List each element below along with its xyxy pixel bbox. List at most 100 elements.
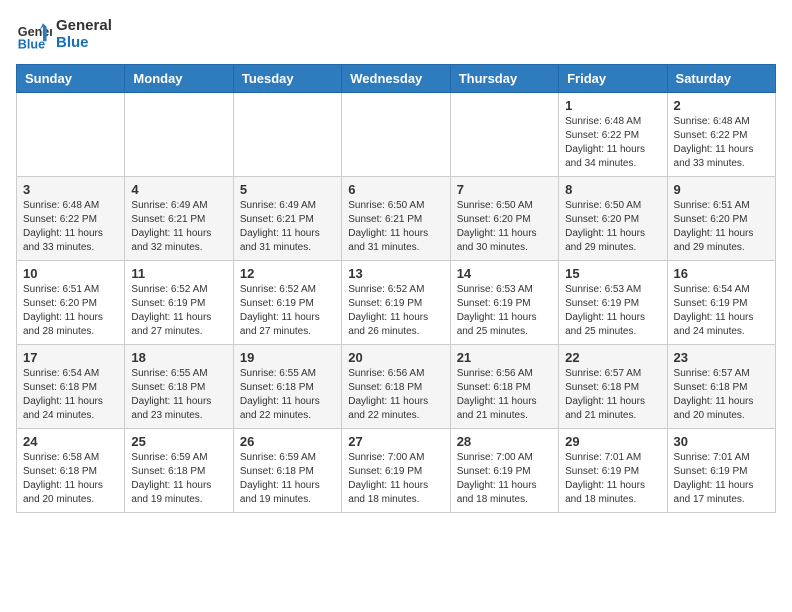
day-number: 23 (674, 350, 769, 365)
day-number: 24 (23, 434, 118, 449)
day-number: 16 (674, 266, 769, 281)
page-header: General Blue General Blue (16, 16, 776, 52)
day-number: 25 (131, 434, 226, 449)
weekday-header-wednesday: Wednesday (342, 65, 450, 93)
svg-text:Blue: Blue (18, 37, 45, 51)
day-info: Sunrise: 7:00 AM Sunset: 6:19 PM Dayligh… (348, 451, 443, 507)
calendar-cell: 17Sunrise: 6:54 AM Sunset: 6:18 PM Dayli… (17, 345, 125, 429)
day-info: Sunrise: 6:50 AM Sunset: 6:20 PM Dayligh… (457, 199, 552, 255)
day-info: Sunrise: 6:51 AM Sunset: 6:20 PM Dayligh… (674, 199, 769, 255)
calendar-cell: 6 Sunrise: 6:50 AM Sunset: 6:21 PM Daylig… (342, 177, 450, 261)
calendar-cell: 12Sunrise: 6:52 AM Sunset: 6:19 PM Dayli… (233, 261, 341, 345)
day-info: Sunrise: 6:53 AM Sunset: 6:19 PM Dayligh… (457, 283, 552, 339)
week-row-0: 1 Sunrise: 6:48 AM Sunset: 6:22 PM Daylig… (17, 93, 776, 177)
calendar-cell: 1 Sunrise: 6:48 AM Sunset: 6:22 PM Daylig… (559, 93, 667, 177)
calendar-cell (125, 93, 233, 177)
day-info: Sunrise: 6:56 AM Sunset: 6:18 PM Dayligh… (348, 367, 443, 423)
day-info: Sunrise: 6:48 AM Sunset: 6:22 PM Dayligh… (23, 199, 118, 255)
day-number: 19 (240, 350, 335, 365)
day-info: Sunrise: 6:52 AM Sunset: 6:19 PM Dayligh… (240, 283, 335, 339)
logo-general: General (56, 17, 112, 34)
week-row-3: 17Sunrise: 6:54 AM Sunset: 6:18 PM Dayli… (17, 345, 776, 429)
day-info: Sunrise: 6:49 AM Sunset: 6:21 PM Dayligh… (240, 199, 335, 255)
calendar-table: SundayMondayTuesdayWednesdayThursdayFrid… (16, 64, 776, 513)
weekday-header-tuesday: Tuesday (233, 65, 341, 93)
week-row-4: 24 Sunrise: 6:58 AM Sunset: 6:18 PM Dayli… (17, 429, 776, 513)
calendar-cell: 30 Sunrise: 7:01 AM Sunset: 6:19 PM Dayli… (667, 429, 775, 513)
calendar-cell: 15Sunrise: 6:53 AM Sunset: 6:19 PM Dayli… (559, 261, 667, 345)
weekday-header-row: SundayMondayTuesdayWednesdayThursdayFrid… (17, 65, 776, 93)
day-number: 29 (565, 434, 660, 449)
day-info: Sunrise: 6:57 AM Sunset: 6:18 PM Dayligh… (565, 367, 660, 423)
calendar-cell: 19Sunrise: 6:55 AM Sunset: 6:18 PM Dayli… (233, 345, 341, 429)
day-info: Sunrise: 6:54 AM Sunset: 6:18 PM Dayligh… (23, 367, 118, 423)
calendar-cell (233, 93, 341, 177)
calendar-cell: 9 Sunrise: 6:51 AM Sunset: 6:20 PM Daylig… (667, 177, 775, 261)
calendar-cell: 3 Sunrise: 6:48 AM Sunset: 6:22 PM Daylig… (17, 177, 125, 261)
day-info: Sunrise: 6:56 AM Sunset: 6:18 PM Dayligh… (457, 367, 552, 423)
day-info: Sunrise: 6:54 AM Sunset: 6:19 PM Dayligh… (674, 283, 769, 339)
day-number: 20 (348, 350, 443, 365)
calendar-cell: 24 Sunrise: 6:58 AM Sunset: 6:18 PM Dayli… (17, 429, 125, 513)
calendar-cell: 10 Sunrise: 6:51 AM Sunset: 6:20 PM Dayli… (17, 261, 125, 345)
calendar-cell: 4Sunrise: 6:49 AM Sunset: 6:21 PM Daylig… (125, 177, 233, 261)
day-info: Sunrise: 6:51 AM Sunset: 6:20 PM Dayligh… (23, 283, 118, 339)
day-info: Sunrise: 6:57 AM Sunset: 6:18 PM Dayligh… (674, 367, 769, 423)
weekday-header-friday: Friday (559, 65, 667, 93)
calendar-cell (450, 93, 558, 177)
day-info: Sunrise: 6:52 AM Sunset: 6:19 PM Dayligh… (131, 283, 226, 339)
weekday-header-thursday: Thursday (450, 65, 558, 93)
calendar-cell: 14 Sunrise: 6:53 AM Sunset: 6:19 PM Dayli… (450, 261, 558, 345)
day-number: 27 (348, 434, 443, 449)
day-number: 7 (457, 182, 552, 197)
day-number: 5 (240, 182, 335, 197)
day-info: Sunrise: 6:48 AM Sunset: 6:22 PM Dayligh… (674, 115, 769, 171)
day-info: Sunrise: 7:01 AM Sunset: 6:19 PM Dayligh… (674, 451, 769, 507)
calendar-cell: 23 Sunrise: 6:57 AM Sunset: 6:18 PM Dayli… (667, 345, 775, 429)
calendar-cell (342, 93, 450, 177)
day-number: 9 (674, 182, 769, 197)
day-number: 13 (348, 266, 443, 281)
week-row-2: 10 Sunrise: 6:51 AM Sunset: 6:20 PM Dayli… (17, 261, 776, 345)
day-info: Sunrise: 6:55 AM Sunset: 6:18 PM Dayligh… (131, 367, 226, 423)
day-number: 21 (457, 350, 552, 365)
logo-blue: Blue (56, 34, 112, 51)
calendar-cell: 5 Sunrise: 6:49 AM Sunset: 6:21 PM Daylig… (233, 177, 341, 261)
logo: General Blue General Blue (16, 16, 112, 52)
calendar-cell: 22 Sunrise: 6:57 AM Sunset: 6:18 PM Dayli… (559, 345, 667, 429)
calendar-cell: 26Sunrise: 6:59 AM Sunset: 6:18 PM Dayli… (233, 429, 341, 513)
day-number: 3 (23, 182, 118, 197)
day-info: Sunrise: 7:00 AM Sunset: 6:19 PM Dayligh… (457, 451, 552, 507)
calendar-header: SundayMondayTuesdayWednesdayThursdayFrid… (17, 65, 776, 93)
weekday-header-saturday: Saturday (667, 65, 775, 93)
calendar-cell: 18 Sunrise: 6:55 AM Sunset: 6:18 PM Dayli… (125, 345, 233, 429)
day-number: 26 (240, 434, 335, 449)
calendar-cell: 13 Sunrise: 6:52 AM Sunset: 6:19 PM Dayli… (342, 261, 450, 345)
day-info: Sunrise: 6:48 AM Sunset: 6:22 PM Dayligh… (565, 115, 660, 171)
calendar-cell: 25 Sunrise: 6:59 AM Sunset: 6:18 PM Dayli… (125, 429, 233, 513)
day-number: 6 (348, 182, 443, 197)
calendar-body: 1 Sunrise: 6:48 AM Sunset: 6:22 PM Daylig… (17, 93, 776, 513)
day-number: 4 (131, 182, 226, 197)
weekday-header-sunday: Sunday (17, 65, 125, 93)
day-number: 18 (131, 350, 226, 365)
calendar-cell: 2Sunrise: 6:48 AM Sunset: 6:22 PM Daylig… (667, 93, 775, 177)
day-info: Sunrise: 6:59 AM Sunset: 6:18 PM Dayligh… (131, 451, 226, 507)
day-info: Sunrise: 6:52 AM Sunset: 6:19 PM Dayligh… (348, 283, 443, 339)
day-number: 10 (23, 266, 118, 281)
day-number: 14 (457, 266, 552, 281)
calendar-cell: 28 Sunrise: 7:00 AM Sunset: 6:19 PM Dayli… (450, 429, 558, 513)
day-number: 22 (565, 350, 660, 365)
day-number: 1 (565, 98, 660, 113)
day-number: 28 (457, 434, 552, 449)
calendar-cell: 16 Sunrise: 6:54 AM Sunset: 6:19 PM Dayli… (667, 261, 775, 345)
week-row-1: 3 Sunrise: 6:48 AM Sunset: 6:22 PM Daylig… (17, 177, 776, 261)
logo-icon: General Blue (16, 16, 52, 52)
day-number: 15 (565, 266, 660, 281)
calendar-cell: 8Sunrise: 6:50 AM Sunset: 6:20 PM Daylig… (559, 177, 667, 261)
day-info: Sunrise: 6:58 AM Sunset: 6:18 PM Dayligh… (23, 451, 118, 507)
day-number: 30 (674, 434, 769, 449)
day-info: Sunrise: 6:50 AM Sunset: 6:20 PM Dayligh… (565, 199, 660, 255)
day-info: Sunrise: 7:01 AM Sunset: 6:19 PM Dayligh… (565, 451, 660, 507)
day-info: Sunrise: 6:50 AM Sunset: 6:21 PM Dayligh… (348, 199, 443, 255)
